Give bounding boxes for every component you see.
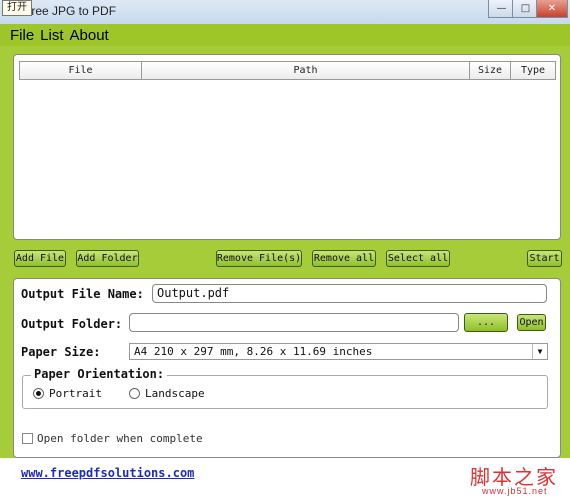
paper-size-select[interactable]: A4 210 x 297 mm, 8.26 x 11.69 inches ▼ <box>129 343 548 360</box>
output-file-name-input[interactable]: Output.pdf <box>152 284 547 303</box>
checkbox-icon <box>22 433 33 444</box>
open-folder-checkbox-label: Open folder when complete <box>37 432 203 445</box>
menu-bar: File List About <box>0 24 570 46</box>
output-folder-input[interactable] <box>129 313 459 332</box>
paper-orientation-group: Paper Orientation: Portrait Landscape <box>22 367 548 409</box>
column-path[interactable]: Path <box>141 61 470 80</box>
landscape-radio[interactable]: Landscape <box>129 387 205 400</box>
output-folder-label: Output Folder: <box>21 317 123 331</box>
column-file[interactable]: File <box>19 61 142 80</box>
radio-selected-icon <box>33 388 44 399</box>
watermark-url: www.jb51.net <box>482 486 548 496</box>
portrait-radio[interactable]: Portrait <box>33 387 102 400</box>
footer: www.freepdfsolutions.com 脚本之家 www.jb51.n… <box>0 458 570 500</box>
select-all-button[interactable]: Select all <box>386 250 450 267</box>
window-title: Free JPG to PDF <box>24 4 117 18</box>
portrait-label: Portrait <box>49 387 102 400</box>
start-button[interactable]: Start <box>527 250 562 267</box>
paper-size-value: A4 210 x 297 mm, 8.26 x 11.69 inches <box>134 345 373 358</box>
remove-all-button[interactable]: Remove all <box>312 250 376 267</box>
tooltip: 打开 <box>2 0 32 16</box>
settings-panel: Output File Name: Output.pdf Output Fold… <box>13 278 561 458</box>
maximize-button[interactable]: □ <box>512 0 539 18</box>
close-button[interactable]: ✕ <box>536 0 568 18</box>
output-file-name-label: Output File Name: <box>21 287 144 301</box>
browse-folder-button[interactable]: ... <box>464 313 508 332</box>
menu-file[interactable]: File <box>10 27 34 44</box>
file-list-header: File Path Size Type <box>19 61 557 80</box>
chevron-down-icon[interactable]: ▼ <box>532 344 547 359</box>
website-link[interactable]: www.freepdfsolutions.com <box>21 466 194 480</box>
landscape-label: Landscape <box>145 387 205 400</box>
add-folder-button[interactable]: Add Folder <box>76 250 139 267</box>
title-bar: Free JPG to PDF 打开 — □ ✕ <box>0 0 570 24</box>
paper-orientation-label: Paper Orientation: <box>31 367 168 381</box>
minimize-button[interactable]: — <box>488 0 515 18</box>
open-folder-checkbox[interactable]: Open folder when complete <box>22 432 203 445</box>
file-list[interactable]: File Path Size Type <box>13 54 561 240</box>
column-type[interactable]: Type <box>510 61 556 80</box>
column-size[interactable]: Size <box>469 61 511 80</box>
open-folder-button[interactable]: Open <box>517 314 546 331</box>
menu-list[interactable]: List <box>40 27 63 44</box>
menu-about[interactable]: About <box>70 27 109 44</box>
paper-size-label: Paper Size: <box>21 345 101 359</box>
radio-unselected-icon <box>129 388 140 399</box>
add-file-button[interactable]: Add File <box>14 250 66 267</box>
remove-files-button[interactable]: Remove File(s) <box>216 250 302 267</box>
